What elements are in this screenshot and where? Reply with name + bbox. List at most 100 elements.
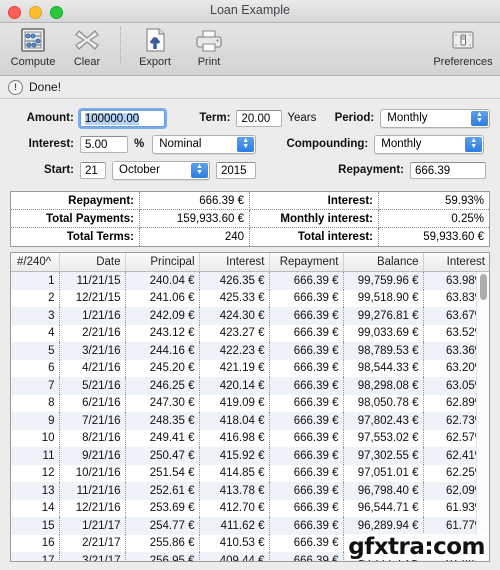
table-cell-repayment: 666.39 € — [269, 307, 344, 325]
table-cell-date: 2/21/17 — [59, 534, 126, 552]
clear-button[interactable]: Clear — [60, 25, 114, 68]
table-cell-balance: 97,302.55 € — [343, 447, 424, 465]
rate-type-select[interactable]: Nominal ▲ ▼ — [152, 134, 257, 154]
table-cell-interest: 416.98 € — [199, 429, 270, 447]
table-row[interactable]: 4 2/21/16 243.12 €423.27 €666.39 €99,033.6… — [11, 324, 489, 342]
table-scrollbar-track[interactable] — [476, 272, 489, 561]
form-row-3: Start: 21 October ▲ ▼ 2015 Repayment: 666… — [10, 157, 490, 183]
chevron-updown-icon: ▲ ▼ — [471, 110, 489, 126]
term-unit-label: Years — [287, 112, 317, 124]
column-header-interest-pct[interactable]: Interest — [423, 253, 489, 272]
column-header-date[interactable]: Date — [59, 253, 126, 272]
table-cell-repayment: 666.39 € — [269, 412, 344, 430]
rate-type-value: Nominal — [159, 138, 202, 150]
table-cell-interest: 415.92 € — [199, 447, 270, 465]
table-cell-balance: 99,033.69 € — [343, 324, 424, 342]
column-header-principal[interactable]: Principal — [125, 253, 200, 272]
toolbar-separator — [120, 27, 122, 63]
table-cell-repayment: 666.39 € — [269, 342, 344, 360]
table-cell-date: 3/21/16 — [59, 342, 126, 360]
table-cell-date: 12/21/16 — [59, 499, 126, 517]
repayment-input[interactable]: 666.39 — [410, 161, 486, 179]
table-cell-balance: 98,298.08 € — [343, 377, 424, 395]
table-row[interactable]: 11 9/21/16 250.47 €415.92 €666.39 €97,302.… — [11, 447, 489, 465]
table-row[interactable]: 1 11/21/15 240.04 €426.35 €666.39 €99,759.… — [11, 271, 489, 290]
table-cell-date: 1/21/16 — [59, 307, 126, 325]
table-cell-date: 4/21/16 — [59, 359, 126, 377]
table-cell-balance: 97,051.01 € — [343, 464, 424, 482]
table-row[interactable]: 7 5/21/16 246.25 €420.14 €666.39 €98,298.0… — [11, 377, 489, 395]
amortization-table-container[interactable]: #/240^ Date Principal Interest Repayment… — [10, 252, 490, 562]
period-select[interactable]: Monthly ▲ ▼ — [380, 108, 491, 128]
table-cell-principal: 245.20 € — [125, 359, 200, 377]
table-row[interactable]: 6 4/21/16 245.20 €421.19 €666.39 €98,544.3… — [11, 359, 489, 377]
table-row[interactable]: 14 12/21/16 253.69 €412.70 €666.39 €96,544… — [11, 499, 489, 517]
table-cell-240: 13 — [11, 482, 60, 500]
summary-grid: Repayment: 666.39 € Interest: 59.93% Tot… — [10, 191, 490, 247]
repayment-value: 666.39 — [415, 164, 451, 177]
table-cell-240: 12 — [11, 464, 60, 482]
preferences-button[interactable]: Preferences — [430, 25, 496, 68]
export-button[interactable]: Export — [128, 25, 182, 68]
table-row[interactable]: 2 12/21/15 241.06 €425.33 €666.39 €99,518.… — [11, 289, 489, 307]
table-cell-balance: 99,759.96 € — [343, 271, 424, 290]
start-label: Start: — [43, 164, 74, 176]
start-month-value: October — [119, 164, 160, 176]
table-cell-repayment: 666.39 € — [269, 552, 344, 561]
table-cell-240: 3 — [11, 307, 60, 325]
loan-input-form: Amount: 100000.00 Term: 20.00 Years Peri… — [0, 99, 500, 187]
table-row[interactable]: 3 1/21/16 242.09 €424.30 €666.39 €99,276.8… — [11, 307, 489, 325]
table-cell-principal: 253.69 € — [125, 499, 200, 517]
table-cell-repayment: 666.39 € — [269, 394, 344, 412]
term-input[interactable]: 20.00 — [236, 109, 283, 127]
table-cell-interest: 418.04 € — [199, 412, 270, 430]
table-cell-240: 6 — [11, 359, 60, 377]
table-cell-240: 15 — [11, 517, 60, 535]
start-month-select[interactable]: October ▲ ▼ — [112, 160, 210, 180]
start-day-input[interactable]: 21 — [80, 161, 106, 179]
table-row[interactable]: 9 7/21/16 248.35 €418.04 €666.39 €97,802.4… — [11, 412, 489, 430]
column-header-repayment[interactable]: Repayment — [269, 253, 344, 272]
table-row[interactable]: 8 6/21/16 247.30 €419.09 €666.39 €98,050.7… — [11, 394, 489, 412]
table-cell-date: 11/21/15 — [59, 271, 126, 290]
table-cell-date: 7/21/16 — [59, 412, 126, 430]
summary-value: 0.25% — [379, 210, 489, 228]
table-cell-240: 4 — [11, 324, 60, 342]
table-cell-repayment: 666.39 € — [269, 271, 344, 290]
table-row[interactable]: 13 11/21/16 252.61 €413.78 €666.39 €96,798… — [11, 482, 489, 500]
print-button[interactable]: Print — [182, 25, 236, 68]
table-row[interactable]: 12 10/21/16 251.54 €414.85 €666.39 €97,051… — [11, 464, 489, 482]
summary-value: 59.93% — [379, 192, 489, 210]
compute-button[interactable]: Compute — [6, 25, 60, 68]
window-title: Loan Example — [210, 3, 290, 17]
interest-input[interactable]: 5.00 — [80, 135, 128, 153]
compounding-select[interactable]: Monthly ▲ ▼ — [374, 134, 485, 154]
export-label: Export — [139, 56, 171, 68]
table-cell-date: 5/21/16 — [59, 377, 126, 395]
summary-value: 159,933.60 € — [140, 210, 250, 228]
chevron-updown-icon: ▲ ▼ — [237, 136, 255, 152]
table-row[interactable]: 5 3/21/16 244.16 €422.23 €666.39 €98,789.5… — [11, 342, 489, 360]
start-year-input[interactable]: 2015 — [216, 161, 256, 179]
table-cell-interest: 421.19 € — [199, 359, 270, 377]
table-row[interactable]: 10 8/21/16 249.41 €416.98 €666.39 €97,553.… — [11, 429, 489, 447]
switch-plate-icon — [449, 25, 477, 55]
table-cell-balance: 96,798.40 € — [343, 482, 424, 500]
column-header-index[interactable]: #/240^ — [11, 253, 60, 272]
summary-cell-total-payments: Total Payments: 159,933.60 € — [11, 210, 250, 228]
amount-input[interactable]: 100000.00 — [77, 107, 167, 129]
table-cell-interest: 425.33 € — [199, 289, 270, 307]
table-scrollbar-thumb[interactable] — [480, 274, 487, 300]
interest-value: 5.00 — [85, 138, 108, 151]
table-cell-balance: 97,553.02 € — [343, 429, 424, 447]
table-row[interactable]: 15 1/21/17 254.77 €411.62 €666.39 €96,289.… — [11, 517, 489, 535]
amount-value: 100000.00 — [84, 112, 140, 125]
summary-value: 666.39 € — [140, 192, 250, 210]
column-header-balance[interactable]: Balance — [343, 253, 424, 272]
table-header-row: #/240^ Date Principal Interest Repayment… — [11, 253, 489, 272]
table-cell-interest: 409.44 € — [199, 552, 270, 561]
table-cell-principal: 254.77 € — [125, 517, 200, 535]
table-cell-240: 2 — [11, 289, 60, 307]
column-header-interest[interactable]: Interest — [199, 253, 270, 272]
compounding-label: Compounding: — [286, 138, 369, 150]
